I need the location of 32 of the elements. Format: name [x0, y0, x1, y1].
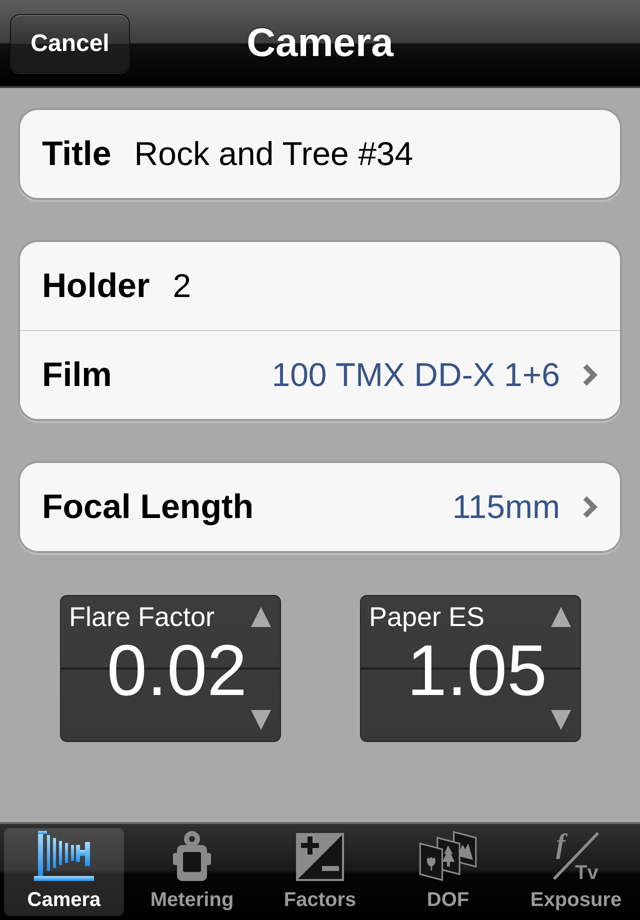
- tab-item[interactable]: Metering: [132, 828, 252, 916]
- tab-item[interactable]: DOF: [388, 828, 508, 916]
- row-label: Holder: [42, 266, 150, 306]
- screen-title: Camera: [246, 20, 394, 66]
- row-label: Film: [42, 356, 112, 394]
- tab-item[interactable]: Camera: [4, 828, 124, 916]
- stepper-value: 0.02: [106, 635, 248, 707]
- light-meter-icon: [173, 831, 211, 881]
- stepper-value: 1.05: [406, 635, 548, 707]
- chevron-icon: [582, 495, 598, 519]
- row-value: 2: [172, 267, 192, 305]
- stacked-cards-icon: [418, 831, 478, 881]
- table-row[interactable]: Title Rock and Tree #34: [20, 110, 620, 198]
- table-row[interactable]: Film 100 TMX DD-X 1+6: [20, 330, 620, 419]
- cancel-button[interactable]: Cancel: [10, 14, 130, 73]
- row-label: Title: [42, 134, 112, 174]
- row-value: 115mm: [452, 488, 560, 526]
- stepper-label: Paper ES: [369, 602, 485, 632]
- down-arrow-icon[interactable]: [551, 710, 571, 730]
- bellows-camera-icon: [34, 831, 94, 881]
- tab-item[interactable]: f Tv Exposure: [516, 828, 636, 916]
- row-value: 100 TMX DD-X 1+6: [272, 356, 560, 394]
- row-value: Rock and Tree #34: [134, 135, 414, 173]
- up-arrow-icon[interactable]: [251, 607, 271, 627]
- plus-minus-icon: [296, 833, 344, 881]
- chevron-icon: [582, 363, 598, 387]
- table-row[interactable]: Focal Length 115mm: [20, 463, 620, 551]
- tab-item[interactable]: Factors: [260, 828, 380, 916]
- stepper-label: Flare Factor: [69, 602, 215, 632]
- down-arrow-icon[interactable]: [251, 710, 271, 730]
- up-arrow-icon[interactable]: [551, 607, 571, 627]
- row-label: Focal Length: [42, 488, 254, 526]
